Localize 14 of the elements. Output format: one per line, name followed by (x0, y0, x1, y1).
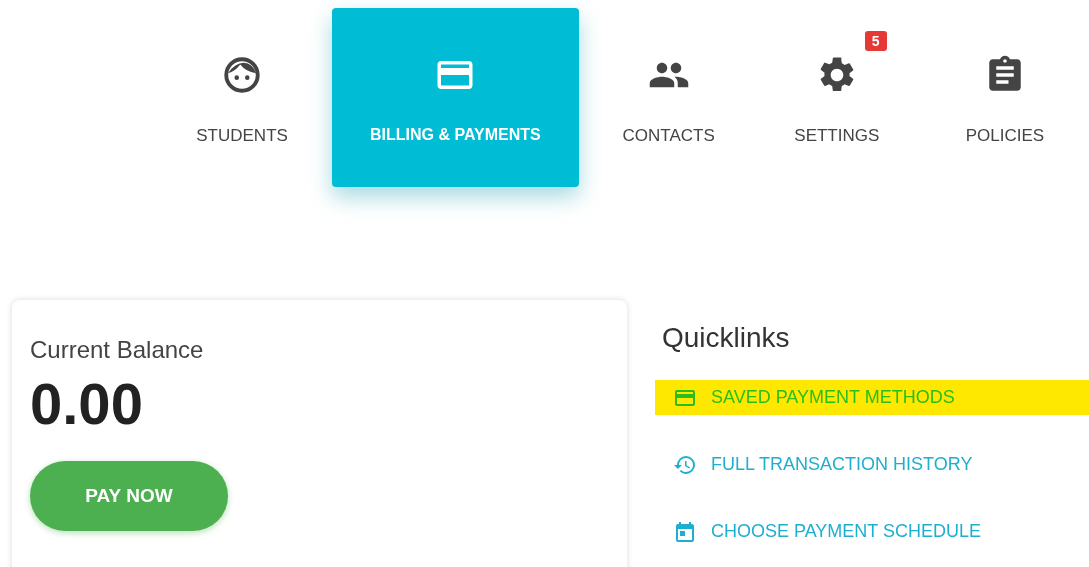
nav-tab[interactable]: BILLING & PAYMENTS (332, 8, 579, 187)
nav-tab[interactable]: STUDENTS (158, 8, 327, 187)
calendar-icon (673, 519, 697, 544)
balance-label: Current Balance (30, 336, 205, 364)
nav-tab[interactable]: POLICIES (920, 8, 1089, 187)
nav-tab[interactable]: SETTINGS 5 (752, 8, 921, 187)
quick-link[interactable]: FULL TRANSACTION HISTORY (655, 447, 1089, 482)
balance-amount: 0.00 (30, 370, 144, 437)
pay-now-button[interactable]: PAY NOW (30, 461, 228, 531)
quick-link[interactable]: SAVED PAYMENT METHODS (655, 380, 1089, 415)
quicklinks-heading: Quicklinks (662, 322, 791, 354)
notification-badge: 5 (864, 31, 887, 51)
quick-link[interactable]: CHOOSE PAYMENT SCHEDULE (655, 514, 1089, 549)
nav-tab[interactable]: CONTACTS (584, 8, 753, 187)
